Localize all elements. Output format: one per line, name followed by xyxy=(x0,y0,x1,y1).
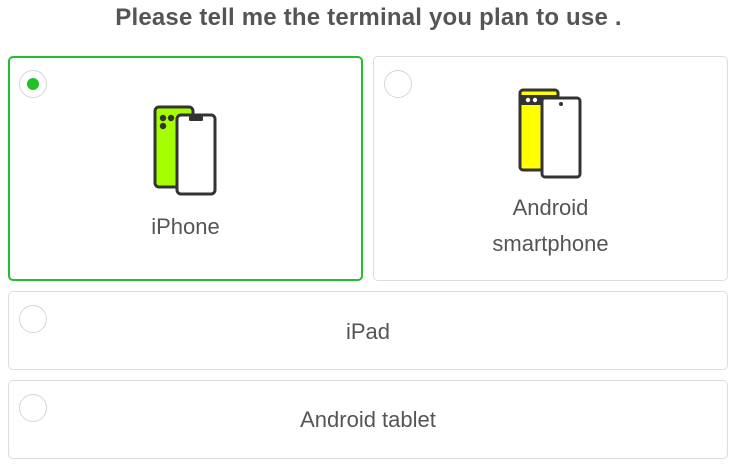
option-android-tablet[interactable]: Android tablet xyxy=(8,380,728,459)
radio-selected-dot xyxy=(27,78,39,90)
option-android-smartphone[interactable]: Android smartphone xyxy=(373,56,728,281)
radio-button[interactable] xyxy=(19,70,47,98)
option-ipad[interactable]: iPad xyxy=(8,291,728,370)
option-label-line2: smartphone xyxy=(492,231,609,256)
option-label: Android tablet xyxy=(300,407,436,432)
android-phone-icon xyxy=(518,88,582,179)
option-label: iPad xyxy=(345,319,391,344)
option-iphone[interactable]: iPhone xyxy=(8,56,363,281)
option-label-line1: Android xyxy=(512,195,589,220)
question-title: Please tell me the terminal you plan to … xyxy=(115,4,622,31)
radio-button[interactable] xyxy=(384,70,412,98)
option-label: iPhone xyxy=(151,214,220,239)
iphone-icon xyxy=(153,105,217,196)
